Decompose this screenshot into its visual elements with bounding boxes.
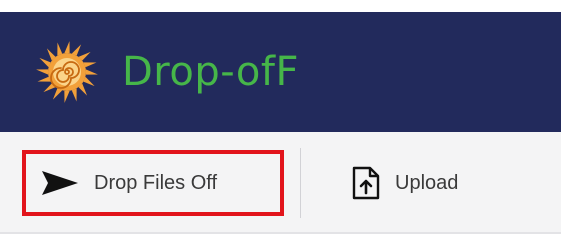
app-header: Drop-ofF <box>0 12 561 132</box>
top-margin <box>0 0 561 12</box>
logo-ray <box>36 69 49 75</box>
logo-ray <box>37 76 51 82</box>
send-arrow-icon <box>40 169 80 197</box>
app-title: Drop-ofF <box>122 49 299 95</box>
sun-spiral-icon <box>36 41 98 103</box>
file-upload-icon <box>351 166 381 200</box>
toolbar: Drop Files Off Upload <box>0 132 561 234</box>
logo-ray <box>57 42 63 56</box>
logo-ray <box>71 44 82 56</box>
toolbar-divider <box>300 148 301 218</box>
logo-ray <box>85 69 98 75</box>
logo-ray <box>71 88 77 102</box>
upload-button[interactable]: Upload <box>351 150 458 216</box>
upload-label: Upload <box>395 171 459 194</box>
drop-files-off-button[interactable]: Drop Files Off <box>22 150 284 216</box>
drop-files-off-label: Drop Files Off <box>94 171 217 194</box>
logo-ray <box>39 57 51 68</box>
logo-ray <box>64 90 70 103</box>
logo-ray <box>83 62 97 68</box>
logo-ray <box>64 41 70 54</box>
toolbar-bottom-border <box>0 232 561 234</box>
logo-ray <box>52 88 63 100</box>
logo-ray <box>83 76 95 87</box>
